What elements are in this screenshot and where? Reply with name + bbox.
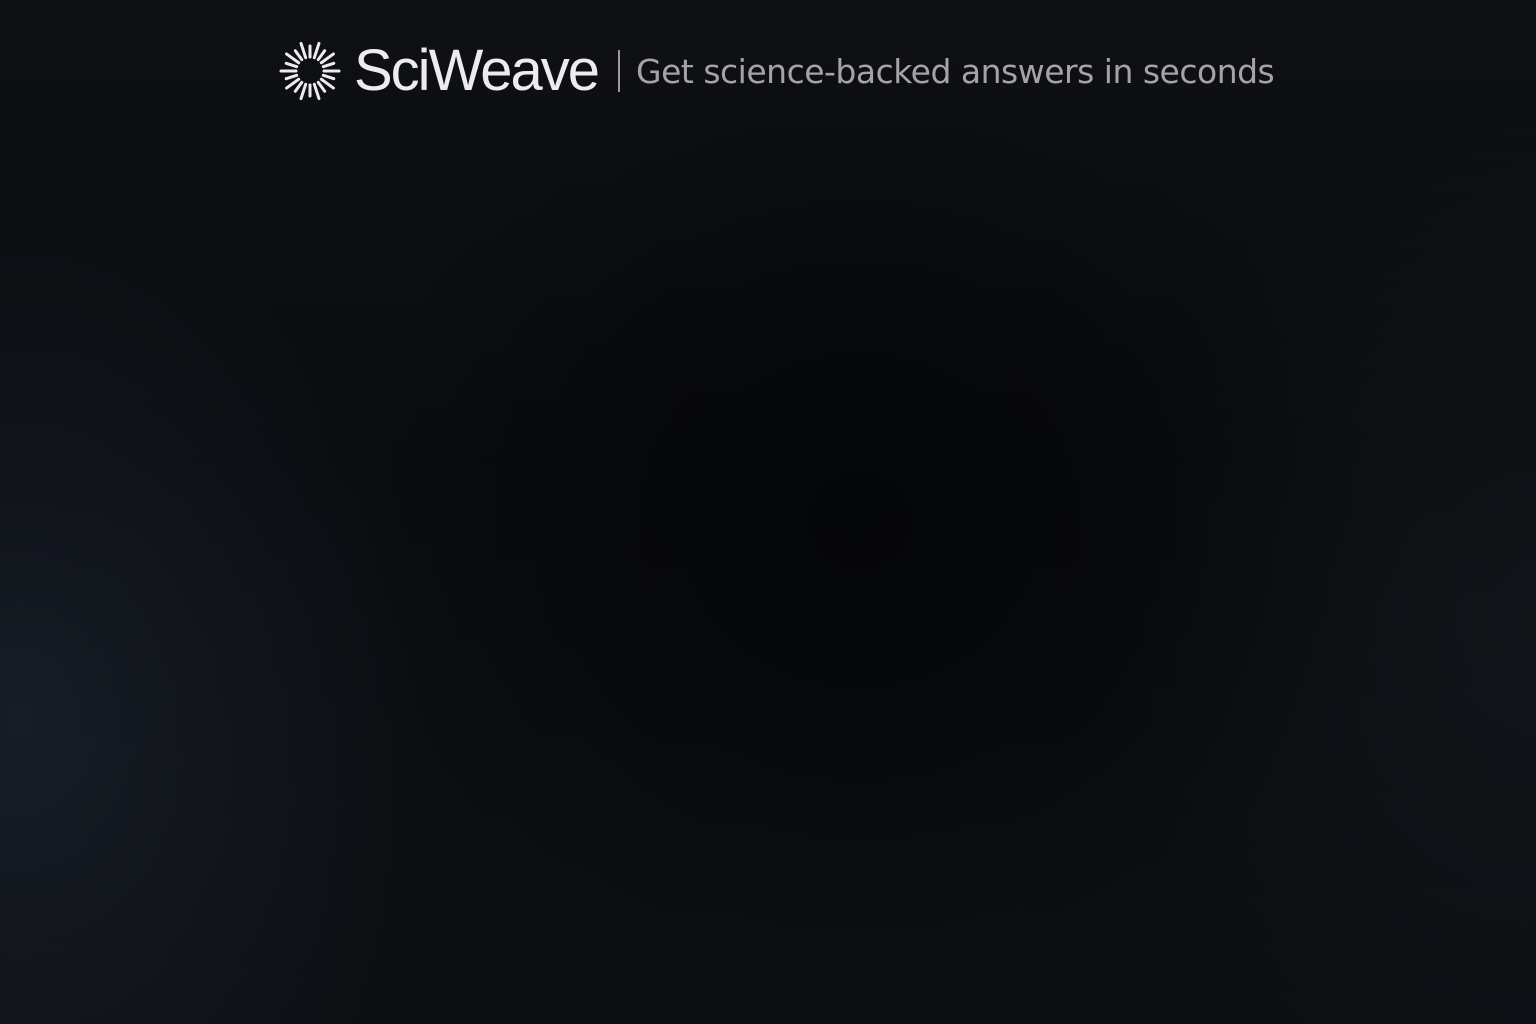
logo-ray [312, 41, 321, 60]
logo-ray [299, 82, 308, 101]
logo-ray [321, 73, 336, 81]
page-background [0, 0, 1536, 1024]
logo-ray [316, 80, 327, 93]
logo-ray [284, 61, 299, 69]
logo-ray [299, 41, 308, 60]
tagline: Get science-backed answers in seconds [636, 51, 1275, 91]
logo-ray [321, 61, 336, 69]
logo-ray [316, 49, 327, 62]
header: SciWeave Get science-backed answers in s… [278, 36, 1275, 106]
logo-ray [284, 73, 299, 81]
logo-ray [293, 49, 304, 62]
sunburst-logo-icon [279, 41, 341, 101]
brand-name: SciWeave [354, 38, 600, 103]
logo-ray [312, 82, 321, 101]
header-divider [618, 50, 621, 92]
logo-ray [293, 80, 304, 93]
